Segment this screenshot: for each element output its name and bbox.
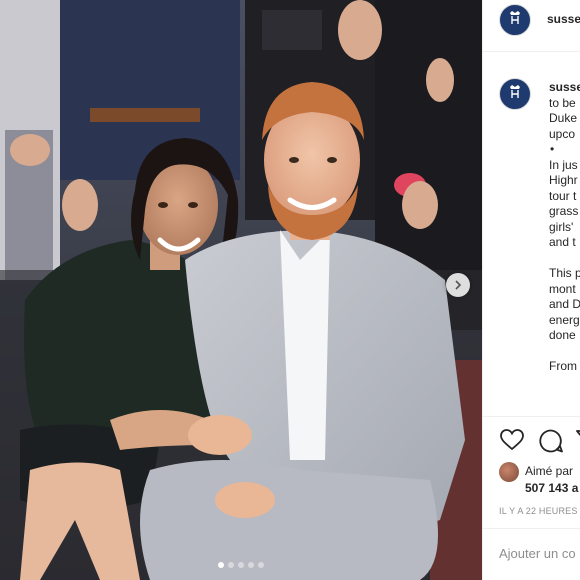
comment-icon[interactable]	[538, 428, 564, 459]
caption-line: upco	[549, 126, 576, 141]
post-side-panel: sussexroyal sussexroyal to be Duke upco …	[482, 0, 580, 580]
post-caption: sussexroyal to be Duke upco • In jus Hig…	[549, 80, 580, 375]
share-icon[interactable]	[575, 428, 580, 457]
liker-avatar[interactable]	[499, 462, 519, 482]
caption-line: and D	[549, 297, 580, 311]
comment-divider	[483, 528, 580, 529]
likes-count[interactable]: 507 143 a	[525, 481, 578, 495]
caption-line: Highr	[549, 173, 578, 187]
caption-line: Duke	[549, 111, 578, 125]
heart-icon[interactable]	[499, 428, 525, 457]
caption-line: tour t	[549, 188, 577, 203]
carousel-next-button[interactable]	[446, 273, 470, 297]
profile-avatar[interactable]	[499, 4, 531, 36]
caption-line: This p	[549, 266, 580, 280]
carousel-dot	[228, 562, 234, 568]
caption-line: and t	[549, 235, 576, 249]
caption-line: girls'	[549, 219, 574, 234]
carousel-dot	[258, 562, 264, 568]
comment-input[interactable]	[499, 546, 580, 561]
caption-line: In jus	[549, 157, 578, 172]
caption-line: done	[549, 328, 576, 342]
header-divider	[483, 51, 580, 52]
actions-divider	[483, 416, 580, 417]
caption-line: mont	[549, 281, 576, 296]
carousel-dot	[238, 562, 244, 568]
post-timestamp[interactable]: IL Y A 22 HEURES	[499, 506, 578, 516]
liked-by-text[interactable]: Aimé par	[525, 464, 573, 478]
post-image	[0, 0, 482, 580]
chevron-right-icon	[453, 280, 463, 290]
post-photo[interactable]	[0, 0, 482, 580]
header-username[interactable]: sussexroyal	[547, 12, 580, 26]
caption-line: grass	[549, 204, 579, 218]
carousel-dot	[218, 562, 224, 568]
caption-line: From	[549, 359, 577, 373]
carousel-indicator	[0, 562, 482, 568]
caption-line: •	[550, 142, 555, 156]
caption-avatar[interactable]	[499, 78, 531, 110]
caption-username[interactable]: sussexroyal	[549, 80, 580, 96]
caption-line: energ	[549, 312, 580, 327]
royal-cypher-logo-icon	[505, 8, 525, 33]
carousel-dot	[248, 562, 254, 568]
caption-line: to be	[549, 95, 576, 110]
royal-cypher-logo-icon	[505, 82, 525, 107]
